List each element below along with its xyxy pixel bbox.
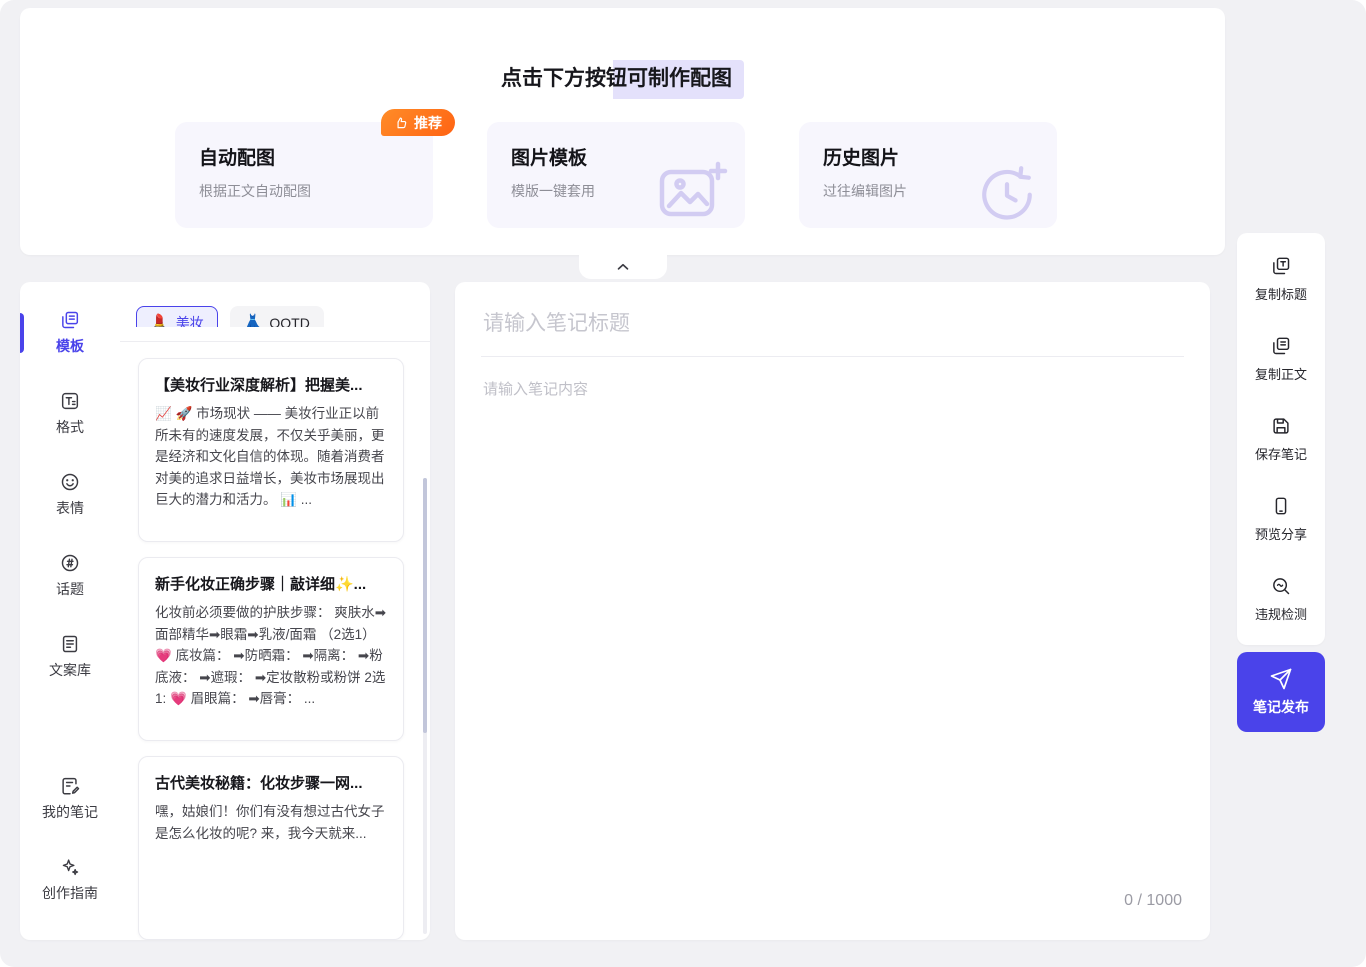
template-card-title: 【美妆行业深度解析】把握美... (155, 374, 387, 395)
save-note-button[interactable]: 保存笔记 (1237, 399, 1325, 479)
image-option-row: 推荐 自动配图 根据正文自动配图 图片模板 模版一键套用 历史图片 过往编辑图片 (175, 122, 1057, 228)
active-indicator (20, 313, 24, 353)
category-chip-label: 美妆 (176, 313, 204, 328)
copy-title-button[interactable]: 复制标题 (1237, 239, 1325, 319)
rail-item-label: 保存笔记 (1255, 444, 1307, 463)
option-card-title: 自动配图 (199, 143, 409, 170)
emoji-icon (59, 471, 81, 493)
template-list: 【美妆行业深度解析】把握美... 📈 🚀 市场现状 —— 美妆行业正以前所未有的… (136, 342, 412, 940)
rail-item-label: 违规检测 (1255, 604, 1307, 623)
sidebar-item-my-notes[interactable]: 我的笔记 (20, 766, 120, 831)
sidebar-item-label: 模板 (56, 336, 84, 356)
sidebar-item-topic[interactable]: 话题 (20, 543, 120, 608)
preview-share-button[interactable]: 预览分享 (1237, 479, 1325, 559)
sidebar-item-label: 创作指南 (42, 883, 98, 903)
category-chip-label: OOTD (269, 315, 309, 328)
template-icon (59, 309, 81, 331)
violation-check-icon (1270, 575, 1292, 597)
auto-image-card[interactable]: 推荐 自动配图 根据正文自动配图 (175, 122, 433, 228)
note-content-input[interactable] (481, 357, 1184, 922)
template-card-body: 嘿，姑娘们！你们有没有想过古代女子是怎么化妆的呢? 来，我今天就来... (155, 801, 387, 844)
publish-note-button[interactable]: 笔记发布 (1237, 652, 1325, 732)
thumbs-up-icon (394, 116, 408, 130)
recommend-badge-label: 推荐 (414, 113, 442, 133)
template-scrollbar[interactable] (423, 478, 427, 934)
note-editor: 0 / 1000 (455, 282, 1210, 940)
copy-body-button[interactable]: 复制正文 (1237, 319, 1325, 399)
char-count: 0 / 1000 (1124, 892, 1182, 910)
chevron-up-icon (614, 258, 632, 276)
note-title-input[interactable] (481, 298, 1184, 357)
category-chip-ootd[interactable]: 👗 OOTD (230, 306, 324, 327)
template-card-title: 古代美妆秘籍：化妆步骤一网... (155, 772, 387, 793)
sidebar-item-copy-library[interactable]: 文案库 (20, 624, 120, 689)
sidebar-item-label: 话题 (56, 579, 84, 599)
history-images-card[interactable]: 历史图片 过往编辑图片 (799, 122, 1057, 228)
category-chips: 💄 美妆 👗 OOTD 🎁 好物分享 🏠 探店 🍗 美食 (136, 306, 412, 327)
rail-item-label: 复制正文 (1255, 364, 1307, 383)
template-card[interactable]: 新手化妆正确步骤｜敲详细✨... 化妆前必须要做的护肤步骤： 爽肤水➡面部精华➡… (138, 557, 404, 741)
sidebar-item-label: 格式 (56, 417, 84, 437)
scrollbar-thumb[interactable] (423, 478, 427, 733)
copy-title-icon (1270, 255, 1292, 277)
save-note-icon (1270, 415, 1292, 437)
sidebar-item-template[interactable]: 模板 (20, 300, 120, 365)
image-template-card[interactable]: 图片模板 模版一键套用 (487, 122, 745, 228)
copy-body-icon (1270, 335, 1292, 357)
template-card[interactable]: 古代美妆秘籍：化妆步骤一网... 嘿，姑娘们！你们有没有想过古代女子是怎么化妆的… (138, 756, 404, 940)
app-root: 点击下方按钮可制作配图 推荐 自动配图 根据正文自动配图 图片模板 模版一键套用… (0, 0, 1366, 967)
sidebar-item-label: 表情 (56, 498, 84, 518)
dress-emoji: 👗 (244, 315, 263, 327)
sidebar-item-format[interactable]: 格式 (20, 381, 120, 446)
format-icon (59, 390, 81, 412)
panel-title: 点击下方按钮可制作配图 (20, 60, 1225, 99)
template-column: 💄 美妆 👗 OOTD 🎁 好物分享 🏠 探店 🍗 美食 (120, 282, 430, 940)
template-card[interactable]: 【美妆行业深度解析】把握美... 📈 🚀 市场现状 —— 美妆行业正以前所未有的… (138, 358, 404, 542)
template-card-body: 📈 🚀 市场现状 —— 美妆行业正以前所未有的速度发展，不仅关乎美丽，更是经济和… (155, 403, 387, 511)
sidebar-spacer (20, 705, 120, 766)
lipstick-emoji: 💄 (150, 315, 169, 327)
collapse-panel-button[interactable] (579, 255, 667, 279)
rail-item-label: 预览分享 (1255, 524, 1307, 543)
publish-button-label: 笔记发布 (1253, 697, 1309, 717)
sidebar-item-emoji[interactable]: 表情 (20, 462, 120, 527)
paper-plane-icon (1269, 667, 1293, 691)
image-maker-panel: 点击下方按钮可制作配图 推荐 自动配图 根据正文自动配图 图片模板 模版一键套用… (20, 8, 1225, 255)
image-plus-icon (655, 156, 731, 222)
history-clock-icon (971, 158, 1043, 222)
left-panel: 模板 格式 表情 话题 文案库 (20, 282, 430, 940)
category-chip-beauty[interactable]: 💄 美妆 (136, 306, 218, 327)
action-rail: 复制标题 复制正文 保存笔记 预览分享 违规检测 (1237, 233, 1325, 645)
template-card-body: 化妆前必须要做的护肤步骤： 爽肤水➡面部精华➡眼霜➡乳液/面霜 （2选1）💗 底… (155, 602, 387, 710)
recommend-badge: 推荐 (381, 109, 455, 136)
creation-guide-icon (59, 856, 81, 878)
sidebar-item-creation-guide[interactable]: 创作指南 (20, 847, 120, 912)
sidebar-item-label: 文案库 (49, 660, 91, 680)
rail-item-label: 复制标题 (1255, 284, 1307, 303)
violation-check-button[interactable]: 违规检测 (1237, 559, 1325, 639)
option-card-subtitle: 根据正文自动配图 (199, 181, 409, 201)
sidebar-item-label: 我的笔记 (42, 802, 98, 822)
my-notes-icon (59, 775, 81, 797)
template-card-title: 新手化妆正确步骤｜敲详细✨... (155, 573, 387, 594)
hashtag-icon (59, 552, 81, 574)
sidebar-nav: 模板 格式 表情 话题 文案库 (20, 282, 120, 940)
preview-share-icon (1270, 495, 1292, 517)
copy-library-icon (59, 633, 81, 655)
